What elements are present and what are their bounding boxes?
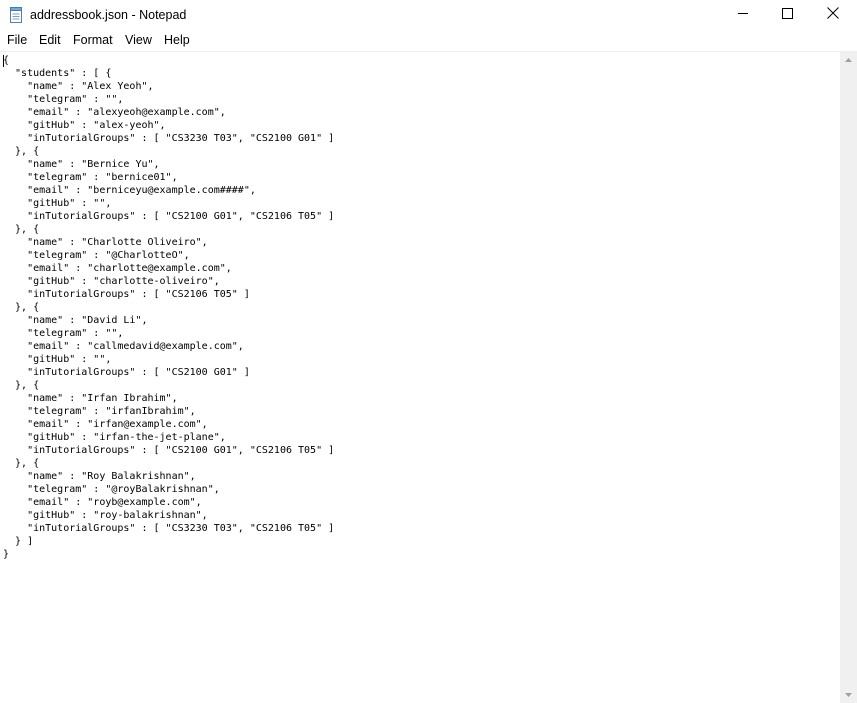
menu-format[interactable]: Format bbox=[73, 33, 113, 47]
window-title: addressbook.json - Notepad bbox=[30, 8, 187, 22]
notepad-icon[interactable] bbox=[9, 7, 23, 23]
editor-content[interactable]: { "students" : [ { "name" : "Alex Yeoh",… bbox=[0, 52, 840, 561]
minimize-icon bbox=[737, 6, 749, 24]
close-icon bbox=[827, 6, 839, 24]
menu-edit[interactable]: Edit bbox=[39, 33, 61, 47]
scroll-down-arrow-icon[interactable] bbox=[840, 686, 857, 703]
maximize-icon bbox=[781, 6, 793, 24]
vertical-scrollbar[interactable] bbox=[840, 51, 857, 703]
close-button[interactable] bbox=[810, 0, 856, 30]
scroll-up-arrow-icon[interactable] bbox=[840, 51, 857, 68]
menu-bar: File Edit Format View Help bbox=[0, 30, 857, 51]
text-editor-area[interactable]: { "students" : [ { "name" : "Alex Yeoh",… bbox=[0, 51, 840, 703]
minimize-button[interactable] bbox=[720, 0, 766, 30]
maximize-button[interactable] bbox=[764, 0, 810, 30]
notepad-window: addressbook.json - Notepad File Edit For… bbox=[0, 0, 857, 703]
text-caret bbox=[3, 55, 4, 67]
title-bar[interactable]: addressbook.json - Notepad bbox=[0, 0, 857, 30]
menu-view[interactable]: View bbox=[125, 33, 152, 47]
menu-file[interactable]: File bbox=[7, 33, 27, 47]
menu-help[interactable]: Help bbox=[164, 33, 190, 47]
